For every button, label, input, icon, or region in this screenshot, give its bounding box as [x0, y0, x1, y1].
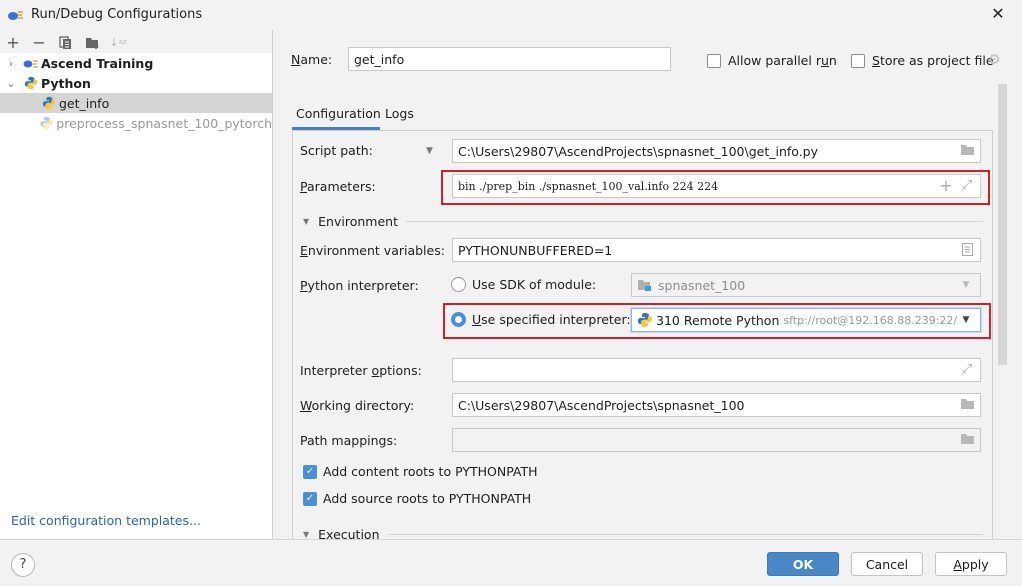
ok-button[interactable]: OK: [767, 552, 839, 576]
add-content-roots-label: Add content roots to PYTHONPATH: [323, 464, 538, 479]
list-edit-icon[interactable]: [959, 243, 975, 257]
expand-icon[interactable]: ⤢: [959, 179, 975, 193]
dialog-footer: ? OK Cancel Apply: [0, 539, 1022, 586]
help-button[interactable]: ?: [11, 553, 35, 577]
working-directory-value: C:\Users\29807\AscendProjects\spnasnet_1…: [458, 397, 745, 413]
copy-icon[interactable]: [56, 33, 74, 51]
add-source-roots-option[interactable]: ✓ Add source roots to PYTHONPATH: [303, 491, 531, 506]
script-type-dropdown-icon[interactable]: ▼: [426, 146, 433, 156]
use-sdk-label: Use SDK of module:: [472, 277, 597, 292]
tree-item-label: Python: [41, 75, 91, 91]
store-as-project-file-option[interactable]: Store as project file: [851, 53, 994, 68]
configurations-sidebar: + − ↓ az › Ascend Training ⌄ Python get_i…: [0, 30, 273, 539]
interpreter-options-input[interactable]: ⤢: [452, 358, 981, 382]
module-icon: [638, 279, 651, 291]
tab-configuration[interactable]: Configuration: [296, 106, 381, 121]
tree-item-python[interactable]: ⌄ Python: [0, 73, 272, 93]
name-input[interactable]: get_info: [348, 47, 671, 71]
interpreter-options-label: Interpreter options:: [300, 363, 422, 378]
ascend-icon: [23, 60, 38, 68]
tree-item-get-info[interactable]: get_info: [0, 93, 272, 113]
tree-item-label: Ascend Training: [41, 55, 154, 71]
add-content-roots-checkbox[interactable]: ✓: [303, 464, 317, 479]
path-mappings-label: Path mappings:: [300, 433, 398, 448]
python-icon: [24, 76, 38, 90]
tree-item-preprocess[interactable]: preprocess_spnasnet_100_pytorch: [0, 113, 272, 133]
collapse-triangle-icon[interactable]: ▼: [303, 217, 309, 226]
add-source-roots-checkbox[interactable]: ✓: [303, 491, 317, 506]
python-interpreter-label: Python interpreter:: [300, 278, 419, 293]
env-vars-value: PYTHONUNBUFFERED=1: [458, 242, 613, 258]
module-sdk-value: spnasnet_100: [658, 277, 746, 293]
vertical-scrollbar[interactable]: [998, 84, 1007, 365]
chevron-right-icon[interactable]: ›: [5, 57, 17, 70]
working-directory-input[interactable]: C:\Users\29807\AscendProjects\spnasnet_1…: [452, 393, 981, 417]
allow-parallel-run-label: Allow parallel run: [728, 53, 837, 68]
store-as-project-file-label: Store as project file: [872, 53, 994, 68]
env-vars-label: Environment variables:: [300, 243, 445, 258]
tab-logs[interactable]: Logs: [385, 106, 414, 121]
environment-section-title: Environment: [318, 214, 398, 229]
section-divider: [387, 534, 983, 535]
name-label: Name:: [291, 52, 333, 67]
environment-section-header[interactable]: ▼ Environment: [303, 214, 983, 229]
chevron-down-icon: ▼: [962, 280, 970, 290]
chevron-down-icon[interactable]: ▼: [958, 313, 974, 327]
interpreter-value: 310 Remote Python: [656, 312, 780, 328]
edit-configuration-templates-link[interactable]: Edit configuration templates...: [11, 513, 201, 528]
sort-az-icon[interactable]: ↓ az: [109, 33, 127, 51]
tree-item-ascend-training[interactable]: › Ascend Training: [0, 53, 272, 73]
cancel-button[interactable]: Cancel: [851, 552, 923, 576]
plus-icon[interactable]: +: [938, 178, 954, 194]
tree-item-label: get_info: [59, 95, 110, 111]
add-content-roots-option[interactable]: ✓ Add content roots to PYTHONPATH: [303, 464, 538, 479]
title-bar: Run/Debug Configurations ✕: [0, 0, 1022, 30]
folder-plus-icon[interactable]: [83, 33, 101, 51]
interpreter-detail: sftp://root@192.168.88.239:22/root/: [783, 313, 970, 327]
collapse-triangle-icon[interactable]: ▼: [303, 530, 309, 539]
plus-icon[interactable]: +: [4, 33, 22, 52]
use-sdk-of-module-option[interactable]: Use SDK of module:: [451, 277, 596, 292]
parameters-input[interactable]: bin ./prep_bin ./spnasnet_100_val.info 2…: [452, 174, 981, 198]
allow-parallel-run-option[interactable]: Allow parallel run: [707, 53, 837, 68]
folder-icon[interactable]: [959, 433, 975, 447]
sidebar-toolbar: + − ↓ az: [0, 30, 272, 53]
parameters-label: Parameters:: [300, 179, 376, 194]
working-directory-label: Working directory:: [300, 398, 415, 413]
use-sdk-radio[interactable]: [451, 277, 466, 292]
minus-icon[interactable]: −: [30, 33, 48, 52]
module-sdk-dropdown: spnasnet_100 ▼: [631, 273, 981, 297]
close-icon[interactable]: ✕: [989, 5, 1007, 23]
allow-parallel-run-checkbox[interactable]: [707, 53, 721, 68]
add-source-roots-label: Add source roots to PYTHONPATH: [323, 491, 532, 506]
path-mappings-input: [452, 428, 981, 452]
window-title: Run/Debug Configurations: [31, 7, 203, 22]
chevron-down-icon[interactable]: ⌄: [5, 77, 17, 90]
section-divider: [405, 221, 983, 222]
run-debug-app-icon: [8, 11, 23, 20]
script-path-label: Script path:: [300, 143, 373, 158]
parameters-value: bin ./prep_bin ./spnasnet_100_val.info 2…: [458, 179, 719, 193]
use-specified-interpreter-option[interactable]: Use specified interpreter:: [451, 312, 631, 327]
script-path-value: C:\Users\29807\AscendProjects\spnasnet_1…: [458, 143, 818, 159]
tree-item-label: preprocess_spnasnet_100_pytorch: [56, 115, 272, 131]
python-icon: [42, 96, 56, 110]
store-as-project-file-checkbox[interactable]: [851, 53, 865, 68]
expand-icon[interactable]: ⤢: [959, 363, 975, 377]
interpreter-dropdown[interactable]: 310 Remote Python sftp://root@192.168.88…: [631, 308, 981, 332]
apply-button[interactable]: Apply: [935, 552, 1007, 576]
env-vars-input[interactable]: PYTHONUNBUFFERED=1: [452, 238, 981, 262]
folder-icon[interactable]: [959, 398, 975, 412]
folder-icon[interactable]: [959, 144, 975, 158]
gear-icon[interactable]: ⚙: [988, 52, 1001, 68]
python-remote-icon: [638, 313, 652, 327]
use-specified-label: Use specified interpreter:: [472, 312, 631, 327]
use-specified-radio[interactable]: [451, 312, 466, 327]
script-path-input[interactable]: C:\Users\29807\AscendProjects\spnasnet_1…: [452, 139, 981, 163]
python-icon: [40, 116, 53, 130]
